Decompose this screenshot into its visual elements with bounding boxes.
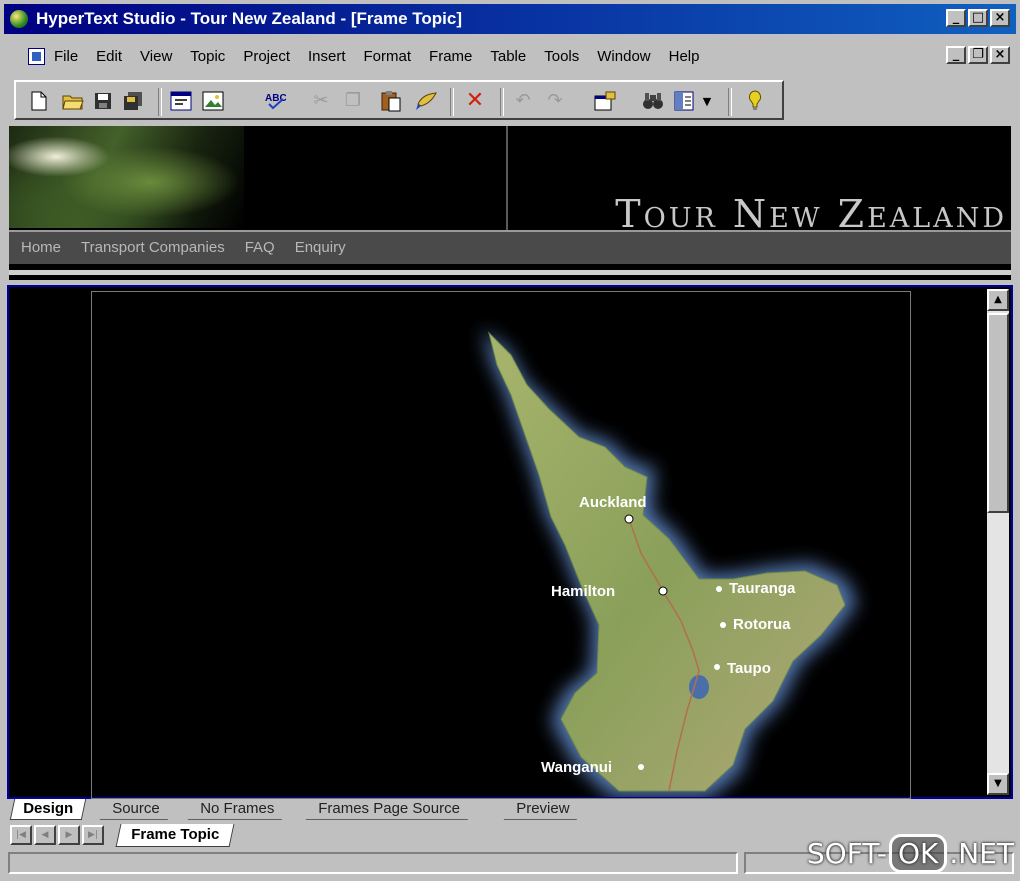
menu-file[interactable]: File [54,48,78,65]
status-pane-main [8,852,738,874]
banner-frame[interactable]: Tour New Zealand Home Transport Companie… [9,126,1011,280]
menu-insert[interactable]: Insert [308,48,346,65]
banner-rule [9,270,1011,275]
next-tab-arrow[interactable]: ▶ [58,825,80,845]
menu-frame[interactable]: Frame [429,48,472,65]
svg-text:Auckland: Auckland [579,494,647,511]
fern-forest-photo [9,126,244,228]
watermark-ok: OK [888,833,948,873]
new-document-icon[interactable] [26,88,52,114]
view-tabs: Design Source No Frames Frames Page Sour… [8,799,1012,821]
tab-frames-page-source[interactable]: Frames Page Source [305,799,472,820]
menu-help[interactable]: Help [669,48,700,65]
tab-design[interactable]: Design [9,799,87,820]
menu-edit[interactable]: Edit [96,48,122,65]
view-menu-icon[interactable] [672,88,698,114]
topic-properties-icon[interactable] [168,88,194,114]
scroll-thumb[interactable] [987,313,1009,513]
last-tab-arrow[interactable]: ▶| [82,825,104,845]
redo-icon[interactable]: ↷ [542,88,568,114]
copy-icon[interactable]: ❐ [340,88,366,114]
soft-ok-watermark: SOFT- OK .NET [807,830,1014,876]
north-island-landmass [488,331,846,792]
menu-format[interactable]: Format [364,48,412,65]
minimize-button[interactable]: _ [946,9,966,27]
svg-text:ABC: ABC [265,93,286,104]
tab-source[interactable]: Source [99,799,172,820]
mdi-close-button[interactable]: × [990,46,1010,64]
format-painter-icon[interactable] [414,88,440,114]
toolbar: ABC ✂ ❐ ✕ ↶ ↷ ▼ [14,80,784,120]
north-island-map[interactable]: Auckland Hamilton Tauranga Rotorua Taupo… [441,291,911,797]
insert-picture-icon[interactable] [200,88,226,114]
save-all-icon[interactable] [120,88,146,114]
help-icon[interactable] [742,88,768,114]
title-bar[interactable]: HyperText Studio - Tour New Zealand - [F… [4,4,1016,34]
nav-link-home[interactable]: Home [21,239,61,256]
svg-text:Hamilton: Hamilton [551,583,615,600]
prev-tab-arrow[interactable]: ◀ [34,825,56,845]
site-nav-bar: Home Transport Companies FAQ Enquiry [9,230,1011,264]
undo-icon[interactable]: ↶ [510,88,536,114]
nav-link-transport-companies[interactable]: Transport Companies [81,239,225,256]
maximize-button[interactable]: □ [968,9,988,27]
watermark-right: .NET [949,836,1014,870]
menu-project[interactable]: Project [243,48,290,65]
first-tab-arrow[interactable]: |◀ [10,825,32,845]
mdi-minimize-button[interactable]: _ [946,46,966,64]
menu-window[interactable]: Window [597,48,650,65]
open-folder-icon[interactable] [60,88,86,114]
scroll-down-arrow[interactable]: ▼ [987,773,1009,795]
window-title: HyperText Studio - Tour New Zealand - [F… [36,9,462,28]
mdi-restore-button[interactable]: ❐ [968,46,988,64]
svg-text:Wanganui: Wanganui [541,759,612,776]
nav-link-enquiry[interactable]: Enquiry [295,239,346,256]
chevron-down-icon[interactable]: ▼ [700,88,714,114]
nav-link-faq[interactable]: FAQ [245,239,275,256]
tab-no-frames[interactable]: No Frames [187,799,287,820]
svg-text:Tauranga: Tauranga [729,580,796,597]
tab-frame-topic[interactable]: Frame Topic [115,824,235,847]
close-button[interactable]: × [990,9,1010,27]
spell-check-icon[interactable]: ABC [262,88,288,114]
find-icon[interactable] [640,88,666,114]
cut-icon[interactable]: ✂ [308,88,334,114]
menu-topic[interactable]: Topic [190,48,225,65]
watermark-left: SOFT- [806,836,887,870]
menu-bar: File Edit View Topic Project Insert Form… [4,38,1016,76]
tab-preview[interactable]: Preview [503,799,582,820]
app-icon[interactable] [10,10,28,28]
document-icon[interactable] [28,48,45,65]
menu-view[interactable]: View [140,48,172,65]
menu-tools[interactable]: Tools [544,48,579,65]
menu-table[interactable]: Table [490,48,526,65]
save-icon[interactable] [90,88,116,114]
paste-icon[interactable] [378,88,404,114]
design-frame[interactable]: Auckland Hamilton Tauranga Rotorua Taupo… [7,285,1013,799]
vertical-scrollbar[interactable]: ▲ ▼ [987,289,1009,795]
properties-icon[interactable] [592,88,618,114]
scroll-up-arrow[interactable]: ▲ [987,289,1009,311]
svg-text:Taupo: Taupo [727,660,771,677]
delete-icon[interactable]: ✕ [462,88,488,114]
svg-text:Rotorua: Rotorua [733,616,791,633]
